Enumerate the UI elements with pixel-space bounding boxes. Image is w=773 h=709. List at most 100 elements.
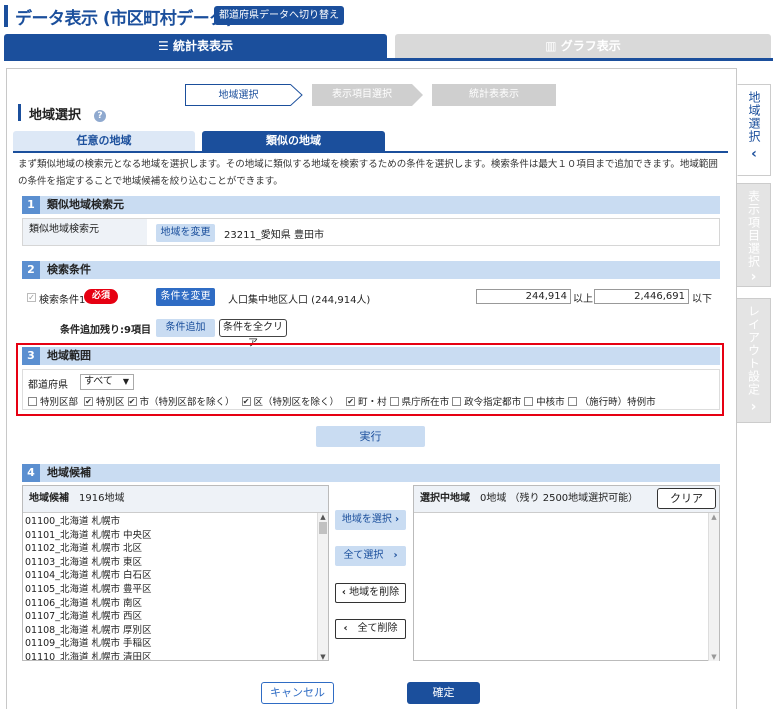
selected-count: 0地域 （残り 2500地域選択可能） [480,493,639,504]
list-item[interactable]: 01106_北海道 札幌市 南区 [23,597,328,611]
candidate-header: 地域候補 1916地域 [23,486,328,512]
selected-list[interactable]: ▲ ▼ [414,512,719,661]
scroll-thumb[interactable] [319,522,327,534]
section-title: 地域選択 [29,108,82,123]
list-item[interactable]: 01101_北海道 札幌市 中央区 [23,529,328,543]
side-tab-region-label: 地域選択 [747,91,761,143]
change-condition-button[interactable]: 条件を変更 [156,288,215,306]
list-item[interactable]: 01109_北海道 札幌市 手稲区 [23,637,328,651]
change-region-button[interactable]: 地域を変更 [156,224,215,242]
description-text: まず類似地域の検索元となる地域を選択します。その地域に類似する地域を検索するため… [18,159,718,187]
switch-prefecture-button[interactable]: 都道府県データへ切り替え [214,6,344,25]
list-item[interactable]: 01103_北海道 札幌市 東区 [23,556,328,570]
tab-table-view-label: 統計表表示 [172,39,233,53]
clear-conditions-button[interactable]: 条件を全クリア [219,319,287,349]
prefecture-label: 都道府県 [28,380,68,391]
side-tab-region[interactable]: 地域選択 ‹ [737,84,771,176]
chevron-right-icon: › [750,269,757,285]
checkbox-special-ward-part[interactable] [28,396,37,406]
list-item[interactable]: 01108_北海道 札幌市 厚別区 [23,624,328,638]
prefecture-select[interactable]: すべて ▼ [80,374,134,390]
option-label: 特別区 [96,397,125,408]
condition1-checkbox: ✓ [27,293,36,302]
tab-table-view[interactable]: ☰ 統計表表示 [4,34,387,58]
remaining-conditions: 条件追加残り:9項目 [60,325,151,336]
delete-all-label: 全て削除 [357,623,398,634]
side-tab-layout[interactable]: レイアウト設定 › [737,298,771,423]
list-item[interactable]: 01107_北海道 札幌市 西区 [23,610,328,624]
subtab-underline [13,151,728,153]
select-all-label: 全て選択 [343,550,384,561]
required-badge: 必須 [84,289,118,304]
step-region-select: 地域選択 [185,84,291,106]
section-header-source: 1 類似地域検索元 [22,196,720,214]
confirm-button[interactable]: 確定 [407,682,480,704]
checkbox-special-ward[interactable]: ✔ [84,396,94,406]
add-condition-button[interactable]: 条件追加 [156,319,215,337]
tab-arbitrary-region[interactable]: 任意の地域 [13,131,195,151]
min-value-input[interactable]: 244,914 [476,289,571,304]
candidate-scrollbar[interactable]: ▲ ▼ [317,513,328,660]
option-label: 県庁所在市 [401,397,450,408]
section-header-range: 3 地域範囲 [22,347,720,365]
list-item[interactable]: 01100_北海道 札幌市 [23,515,328,529]
delete-region-button[interactable]: ‹ 地域を削除 [335,583,406,603]
section-number: 1 [22,196,40,214]
condition-name: 人口集中地区人口 (244,914人) [228,295,371,306]
checkbox-capital-city[interactable] [389,396,399,406]
selected-scrollbar[interactable]: ▲ ▼ [708,513,719,661]
option-label: （施行時）特例市 [579,397,656,408]
selected-label: 選択中地域 [420,493,470,504]
help-icon[interactable]: ? [94,110,106,122]
delete-all-button[interactable]: ‹ 全て削除 [335,619,406,639]
range-options: 特別区部 ✔ 特別区 ✔ 市（特別区部を除く） ✔ 区（特別区を除く） ✔ 町・村 県庁… [28,394,656,408]
section-accent-bar [18,104,21,121]
source-value: 23211_愛知県 豊田市 [224,230,324,241]
section-header-candidates: 4 地域候補 [22,464,720,482]
list-icon: ☰ [158,39,169,53]
section-number: 2 [22,261,40,279]
scroll-up-icon[interactable]: ▲ [709,513,719,521]
condition1-label: 検索条件1 [39,295,86,306]
scroll-down-icon[interactable]: ▼ [709,653,719,661]
checkbox-core-city[interactable] [524,396,534,406]
option-label: 政令指定都市 [464,397,522,408]
tab-similar-region[interactable]: 類似の地域 [202,131,385,151]
list-item[interactable]: 01102_北海道 札幌市 北区 [23,542,328,556]
checkbox-city[interactable]: ✔ [127,396,137,406]
section-header-conditions: 2 検索条件 [22,261,720,279]
scroll-up-icon[interactable]: ▲ [318,513,328,521]
checkbox-town-village[interactable]: ✔ [346,396,356,406]
checkbox-ward[interactable]: ✔ [241,396,251,406]
run-button[interactable]: 実行 [316,426,425,447]
max-value-input[interactable]: 2,446,691 [594,289,689,304]
select-region-label: 地域を選択 [341,514,392,525]
chevron-left-icon: ‹ [341,587,346,598]
cancel-button[interactable]: キャンセル [261,682,334,704]
option-label: 中核市 [536,397,565,408]
list-item[interactable]: 01104_北海道 札幌市 白石区 [23,569,328,583]
step-arrow-icon [412,84,423,106]
tab-graph-view-label: グラフ表示 [560,39,621,53]
side-tab-items-label: 表示項目選択 [746,190,761,268]
tab-graph-view[interactable]: ▥ グラフ表示 [395,34,771,58]
section-header-label: 地域候補 [47,466,91,479]
scroll-down-icon[interactable]: ▼ [318,653,328,660]
option-label: 町・村 [358,397,387,408]
section-number: 3 [22,347,40,365]
list-item[interactable]: 01110_北海道 札幌市 清田区 [23,651,328,660]
side-tab-items[interactable]: 表示項目選択 › [737,183,771,287]
select-all-button[interactable]: 全て選択 › [335,546,406,566]
clear-selected-button[interactable]: クリア [657,488,716,509]
delete-region-label: 地域を削除 [349,587,400,598]
selected-panel: 選択中地域 0地域 （残り 2500地域選択可能） ▲ ▼ [413,485,720,661]
option-label: 区（特別区を除く） [253,397,340,408]
source-label: 類似地域検索元 [23,219,147,245]
candidate-list[interactable]: 01100_北海道 札幌市 01101_北海道 札幌市 中央区 01102_北海道 … [23,512,328,660]
list-item[interactable]: 01105_北海道 札幌市 豊平区 [23,583,328,597]
select-region-button[interactable]: 地域を選択 › [335,510,406,530]
step-arrow-icon [290,84,303,106]
checkbox-designated-city[interactable] [452,396,462,406]
candidate-label: 地域候補 [29,493,69,504]
checkbox-special-city[interactable] [567,396,577,406]
